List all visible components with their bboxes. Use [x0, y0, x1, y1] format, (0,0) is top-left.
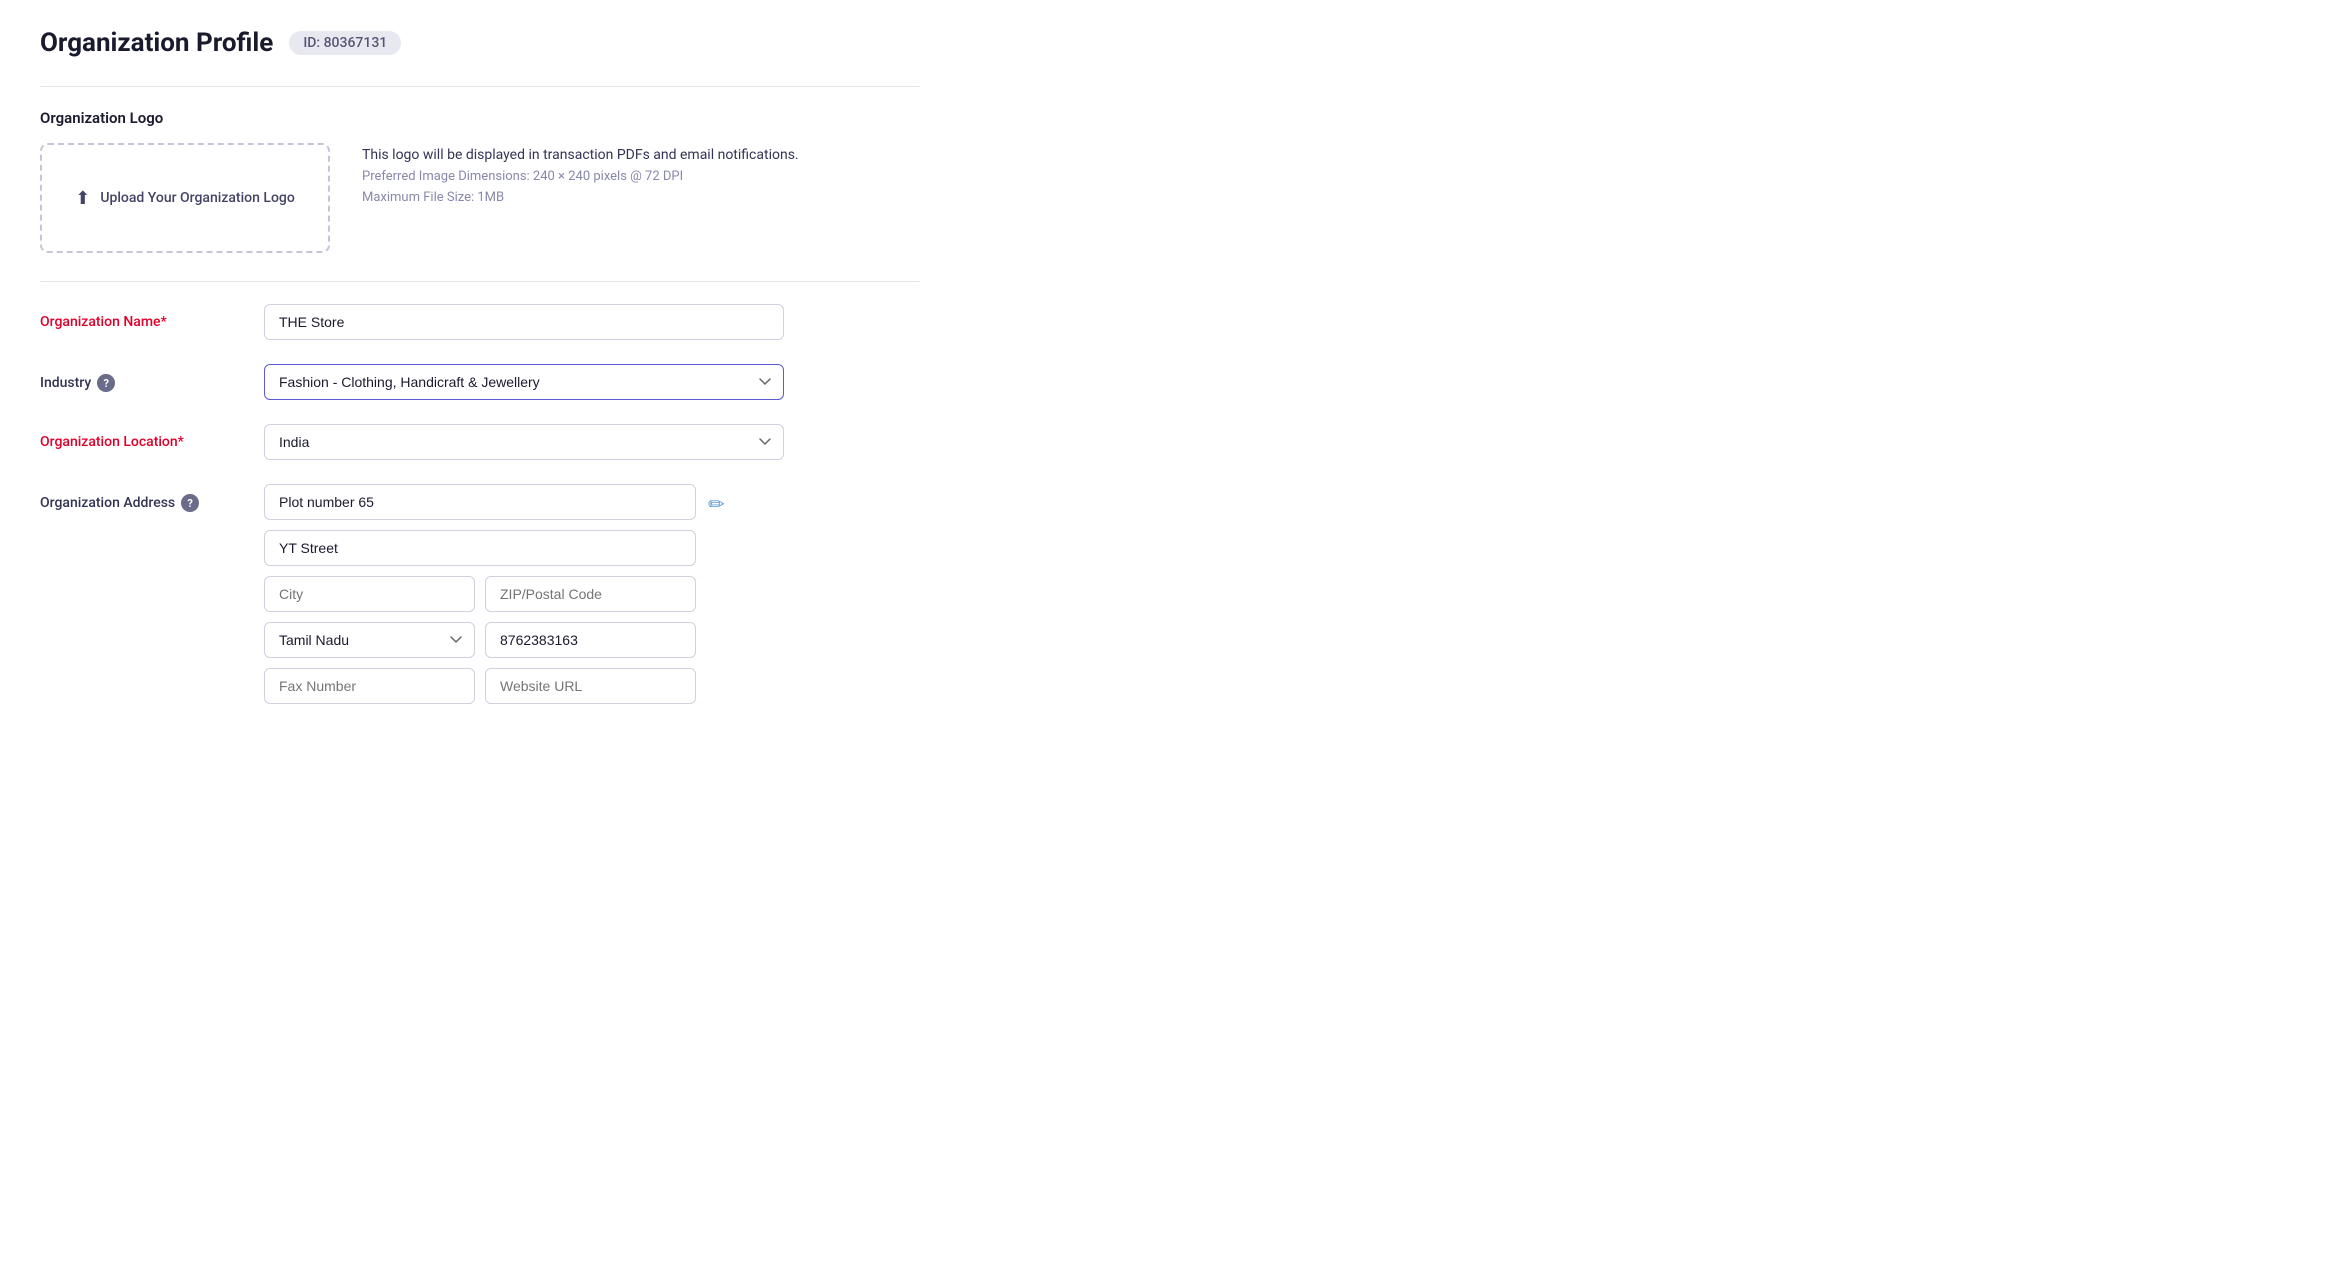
page-header: Organization Profile ID: 80367131: [40, 28, 920, 58]
logo-info-dim: Preferred Image Dimensions: 240 × 240 pi…: [362, 169, 799, 184]
org-address-label: Organization Address ?: [40, 484, 240, 512]
city-input[interactable]: [264, 576, 475, 612]
industry-label: Industry ?: [40, 364, 240, 392]
state-select[interactable]: Tamil Nadu Karnataka Maharashtra Delhi: [264, 622, 475, 658]
address-help-icon[interactable]: ?: [181, 494, 199, 512]
org-location-row: Organization Location* India USA UK Aust…: [40, 424, 920, 460]
industry-row: Industry ? Fashion - Clothing, Handicraf…: [40, 364, 920, 400]
org-name-input[interactable]: [264, 304, 784, 340]
state-phone-row: Tamil Nadu Karnataka Maharashtra Delhi: [264, 622, 696, 658]
fax-website-row: [264, 668, 696, 704]
org-name-row: Organization Name*: [40, 304, 920, 340]
org-location-control: India USA UK Australia: [264, 424, 784, 460]
fax-input[interactable]: [264, 668, 475, 704]
industry-select[interactable]: Fashion - Clothing, Handicraft & Jewelle…: [264, 364, 784, 400]
org-address-row: Organization Address ?: [40, 484, 920, 704]
logo-section-label: Organization Logo: [40, 109, 920, 127]
address-line2-input[interactable]: [264, 530, 696, 566]
logo-info-size: Maximum File Size: 1MB: [362, 190, 799, 205]
org-name-label: Organization Name*: [40, 304, 240, 330]
upload-label: Upload Your Organization Logo: [100, 190, 294, 206]
address-edit-icon[interactable]: ✏: [708, 492, 725, 516]
divider-top: [40, 86, 920, 87]
logo-upload-box[interactable]: ⬆ Upload Your Organization Logo: [40, 143, 330, 253]
address-fields: Tamil Nadu Karnataka Maharashtra Delhi: [264, 484, 696, 704]
logo-upload-inner: ⬆ Upload Your Organization Logo: [75, 188, 295, 209]
divider-mid: [40, 281, 920, 282]
logo-section: ⬆ Upload Your Organization Logo This log…: [40, 143, 920, 253]
org-name-control: [264, 304, 784, 340]
org-location-select[interactable]: India USA UK Australia: [264, 424, 784, 460]
industry-help-icon[interactable]: ?: [97, 374, 115, 392]
page-title: Organization Profile: [40, 28, 273, 58]
logo-info: This logo will be displayed in transacti…: [362, 143, 799, 205]
org-location-label: Organization Location*: [40, 424, 240, 450]
city-zip-row: [264, 576, 696, 612]
industry-control: Fashion - Clothing, Handicraft & Jewelle…: [264, 364, 784, 400]
website-input[interactable]: [485, 668, 696, 704]
upload-icon: ⬆: [75, 188, 90, 209]
logo-info-main: This logo will be displayed in transacti…: [362, 147, 799, 163]
address-line1-input[interactable]: [264, 484, 696, 520]
address-with-edit: Tamil Nadu Karnataka Maharashtra Delhi ✏: [264, 484, 725, 704]
organization-id-badge: ID: 80367131: [289, 31, 401, 55]
zip-input[interactable]: [485, 576, 696, 612]
form-section: Organization Name* Industry ? Fashion - …: [40, 304, 920, 704]
phone-input[interactable]: [485, 622, 696, 658]
